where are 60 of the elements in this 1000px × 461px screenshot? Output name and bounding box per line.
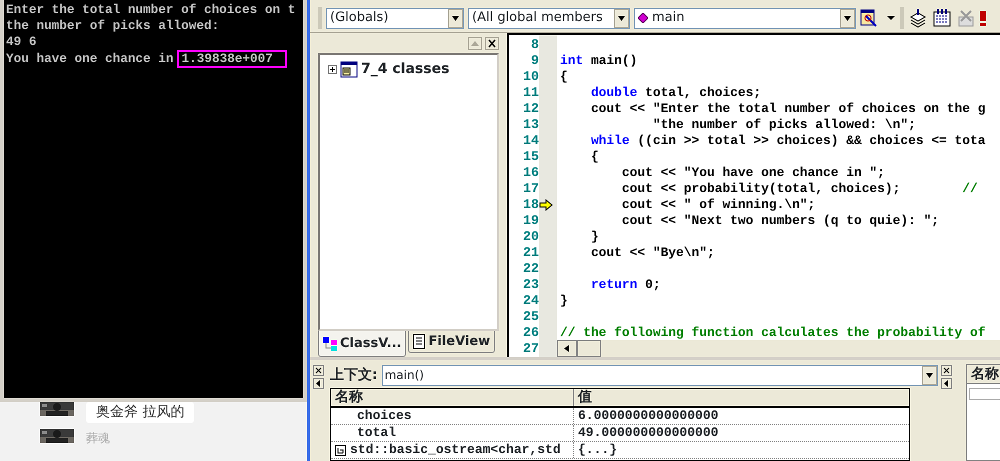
dropdown[interactable]: (All global members: [468, 8, 630, 28]
line-number: 27: [522, 341, 539, 357]
line-number: 8: [530, 37, 539, 53]
code-line: double total, choices;: [590, 85, 762, 101]
code-line: cout << "You have one chance in ";: [620, 165, 886, 181]
context-label: 上下文:: [330, 366, 378, 384]
code-line: }: [560, 293, 569, 309]
code-line: return 0;: [590, 277, 662, 293]
column-header[interactable]: 值: [573, 389, 909, 406]
line-number: 17: [522, 181, 539, 197]
variable-value: 6.0000000000000000: [578, 407, 718, 426]
code-line: cout << "Bye\n";: [590, 245, 716, 261]
console-line: 49 6: [6, 34, 36, 50]
code-line: cout << "Enter the total number of choices on the g: [590, 101, 986, 117]
line-number: 21: [522, 245, 539, 261]
code-line: int main(): [560, 53, 638, 69]
user-name: 葬魂: [86, 430, 110, 447]
highlighted-result: 1.39838e+007: [176, 50, 287, 68]
panel-tab[interactable]: FileView: [408, 331, 496, 353]
code-line: cout << " of winning.\n";: [620, 197, 816, 213]
console-line: the number of picks allowed:: [6, 18, 220, 34]
line-number: 26: [522, 325, 539, 341]
column-header[interactable]: 名称: [967, 365, 1000, 383]
column-header[interactable]: 名称: [331, 389, 573, 406]
panel-tab[interactable]: ClassV...: [318, 331, 406, 357]
line-number: 25: [522, 309, 539, 325]
dropdown[interactable]: (Globals): [326, 8, 464, 28]
line-number: 19: [522, 213, 539, 229]
line-number: 15: [522, 149, 539, 165]
line-number: 18: [522, 197, 539, 213]
code-line: {: [560, 69, 569, 85]
variable-name: total: [357, 425, 396, 441]
line-number: 10: [522, 69, 539, 85]
code-line: "the number of picks allowed: \n";: [652, 117, 917, 133]
context-dropdown[interactable]: main(): [382, 364, 938, 386]
line-number: 22: [522, 261, 539, 277]
tree-item[interactable]: 7_4 classes: [361, 59, 450, 80]
code-line: {: [590, 149, 600, 165]
line-number: 11: [522, 85, 539, 101]
console-line: You have one chance in: [6, 51, 174, 67]
chat-message: 奥金斧 拉风的: [86, 402, 194, 423]
variable-value: 49.000000000000000: [578, 424, 718, 442]
code-line: }: [590, 229, 600, 245]
variable-value: {...}: [578, 441, 618, 460]
line-number: 23: [522, 277, 539, 293]
line-number: 9: [530, 53, 539, 69]
code-line: // the following function calculates the probability of: [560, 325, 986, 341]
line-number: 12: [522, 101, 539, 117]
code-line: cout << probability(total, choices); //: [620, 181, 979, 197]
line-number: 16: [522, 165, 539, 181]
dropdown[interactable]: main: [634, 8, 856, 28]
code-line: while ((cin >> total >> choices) && choices <= tota: [590, 133, 986, 149]
code-line: cout << "Next two numbers (q to quie): ";: [620, 213, 940, 229]
variable-name: std::basic_ostream<char,std: [350, 442, 561, 458]
line-number: 20: [522, 229, 539, 245]
line-number: 24: [522, 293, 539, 309]
line-number: 13: [522, 117, 539, 133]
line-number: 14: [522, 133, 539, 149]
console-line: Enter the total number of choices on t: [6, 2, 296, 18]
variable-name: choices: [357, 408, 412, 424]
